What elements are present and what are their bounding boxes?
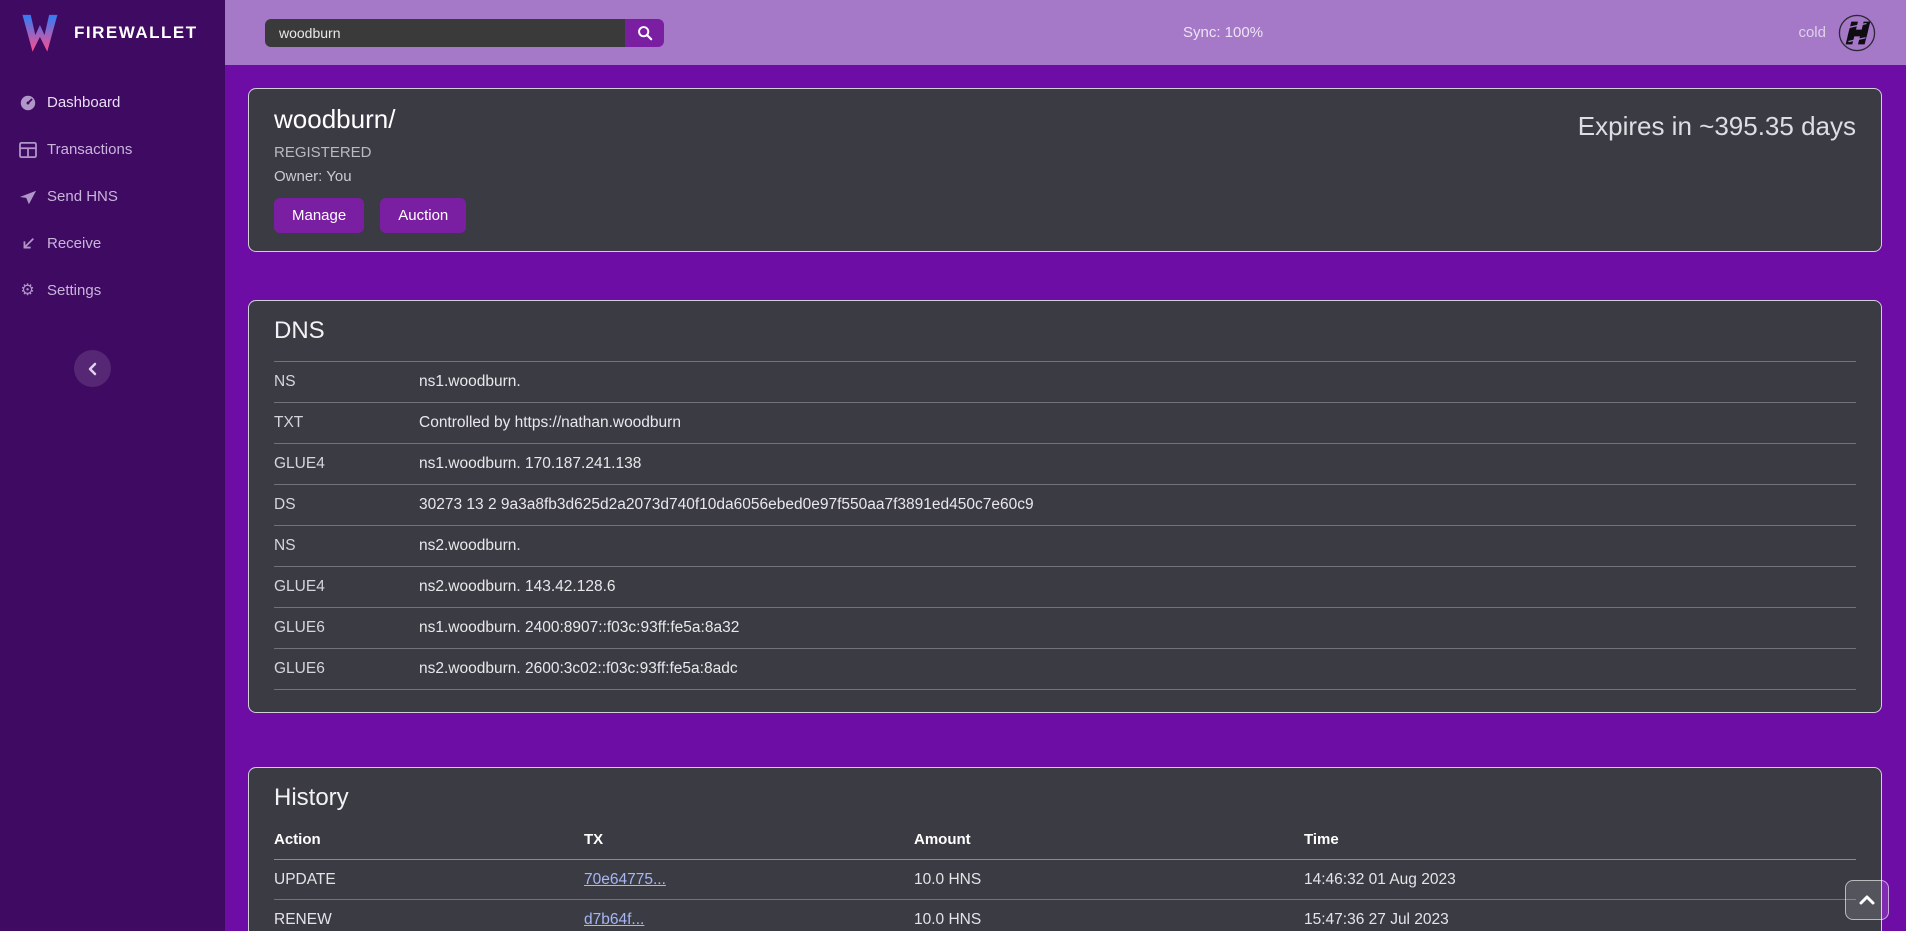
dns-record-value: ns1.woodburn. <box>419 373 1856 391</box>
dns-record-type: NS <box>274 373 419 391</box>
sidebar-item-send-hns[interactable]: Send HNS <box>0 173 225 220</box>
history-col-action: Action <box>274 831 584 848</box>
sidebar-collapse-button[interactable] <box>74 350 111 387</box>
sidebar-item-label: Transactions <box>47 141 132 158</box>
scroll-to-top-button[interactable] <box>1845 880 1889 920</box>
domain-name-title: woodburn/ <box>274 104 466 135</box>
history-time: 14:46:32 01 Aug 2023 <box>1304 871 1856 889</box>
content-area: Sync: 100% cold woodburn/ REGISTERED Own… <box>225 0 1906 931</box>
dns-records-table: NS ns1.woodburn. TXT Controlled by https… <box>274 361 1856 690</box>
sidebar: FIREWALLET Dashboard Transactions Send H… <box>0 0 225 931</box>
dns-record-row: GLUE4 ns1.woodburn. 170.187.241.138 <box>274 443 1856 484</box>
sidebar-item-settings[interactable]: ⚙ Settings <box>0 267 225 314</box>
domain-status-label: REGISTERED <box>274 144 466 161</box>
dns-card: DNS NS ns1.woodburn. TXT Controlled by h… <box>248 300 1882 713</box>
auction-button[interactable]: Auction <box>380 198 466 233</box>
manage-button[interactable]: Manage <box>274 198 364 233</box>
wallet-switcher[interactable]: cold <box>1798 14 1876 52</box>
history-amount: 10.0 HNS <box>914 871 1304 889</box>
history-row: UPDATE 70e64775... 10.0 HNS 14:46:32 01 … <box>274 860 1856 900</box>
dns-record-type: NS <box>274 537 419 555</box>
dns-record-value: ns2.woodburn. 2600:3c02::f03c:93ff:fe5a:… <box>419 660 1856 678</box>
dns-record-type: GLUE6 <box>274 619 419 637</box>
domain-actions: Manage Auction <box>274 198 466 233</box>
dns-record-value: ns1.woodburn. 2400:8907::f03c:93ff:fe5a:… <box>419 619 1856 637</box>
wallet-name-label: cold <box>1798 24 1826 41</box>
dns-record-row: GLUE6 ns1.woodburn. 2400:8907::f03c:93ff… <box>274 607 1856 648</box>
firewallet-logo-icon <box>16 11 62 55</box>
history-action: UPDATE <box>274 871 584 889</box>
tx-link[interactable]: d7b64f... <box>584 911 644 928</box>
sidebar-item-label: Dashboard <box>47 94 120 111</box>
brand-name: FIREWALLET <box>74 23 198 43</box>
dns-record-value: ns2.woodburn. <box>419 537 1856 555</box>
domain-card-left: woodburn/ REGISTERED Owner: You Manage A… <box>274 104 466 233</box>
expires-label: Expires in ~395.35 days <box>1578 111 1856 233</box>
domain-card: woodburn/ REGISTERED Owner: You Manage A… <box>248 88 1882 252</box>
history-table: Action TX Amount Time UPDATE 70e64775...… <box>274 820 1856 931</box>
history-time: 15:47:36 27 Jul 2023 <box>1304 911 1856 929</box>
sidebar-item-label: Send HNS <box>47 188 118 205</box>
dns-record-row: TXT Controlled by https://nathan.woodbur… <box>274 402 1856 443</box>
dns-record-row: NS ns1.woodburn. <box>274 361 1856 402</box>
history-col-time: Time <box>1304 831 1856 848</box>
dns-record-type: GLUE4 <box>274 578 419 596</box>
dns-record-value: 30273 13 2 9a3a8fb3d625d2a2073d740f10da6… <box>419 496 1856 514</box>
dns-record-type: DS <box>274 496 419 514</box>
history-card-title: History <box>274 784 1856 812</box>
dns-record-row: DS 30273 13 2 9a3a8fb3d625d2a2073d740f10… <box>274 484 1856 525</box>
tx-link[interactable]: 70e64775... <box>584 871 666 888</box>
dns-record-type: TXT <box>274 414 419 432</box>
handshake-logo-icon <box>1838 14 1876 52</box>
history-header-row: Action TX Amount Time <box>274 820 1856 860</box>
dns-record-value: Controlled by https://nathan.woodburn <box>419 414 1856 432</box>
domain-owner-label: Owner: You <box>274 168 466 185</box>
history-col-tx: TX <box>584 831 914 848</box>
history-action: RENEW <box>274 911 584 929</box>
topbar: Sync: 100% cold <box>225 0 1906 65</box>
search-group <box>265 19 664 47</box>
sidebar-nav: Dashboard Transactions Send HNS Receive … <box>0 79 225 314</box>
search-icon <box>637 25 653 41</box>
dns-record-row: GLUE4 ns2.woodburn. 143.42.128.6 <box>274 566 1856 607</box>
dashboard-gauge-icon <box>18 93 37 112</box>
send-icon <box>18 187 37 206</box>
dns-record-value: ns1.woodburn. 170.187.241.138 <box>419 455 1856 473</box>
transactions-table-icon <box>18 140 37 159</box>
sidebar-item-label: Receive <box>47 235 101 252</box>
search-input[interactable] <box>265 19 625 47</box>
dns-record-row: NS ns2.woodburn. <box>274 525 1856 566</box>
receive-arrow-icon <box>18 234 37 253</box>
sync-status: Sync: 100% <box>1183 0 1263 65</box>
search-button[interactable] <box>625 19 664 47</box>
dns-record-value: ns2.woodburn. 143.42.128.6 <box>419 578 1856 596</box>
history-row: RENEW d7b64f... 10.0 HNS 15:47:36 27 Jul… <box>274 900 1856 931</box>
brand: FIREWALLET <box>0 0 225 65</box>
sidebar-item-receive[interactable]: Receive <box>0 220 225 267</box>
dns-card-title: DNS <box>274 317 1856 345</box>
history-amount: 10.0 HNS <box>914 911 1304 929</box>
main-panel: woodburn/ REGISTERED Owner: You Manage A… <box>225 65 1906 931</box>
chevron-left-icon <box>87 362 99 376</box>
history-col-amount: Amount <box>914 831 1304 848</box>
dns-record-type: GLUE4 <box>274 455 419 473</box>
dns-record-row: GLUE6 ns2.woodburn. 2600:3c02::f03c:93ff… <box>274 648 1856 689</box>
history-card: History Action TX Amount Time UPDATE 70e… <box>248 767 1882 931</box>
sidebar-item-label: Settings <box>47 282 101 299</box>
sidebar-item-transactions[interactable]: Transactions <box>0 126 225 173</box>
gear-icon: ⚙ <box>18 281 37 300</box>
dns-record-type: GLUE6 <box>274 660 419 678</box>
chevron-up-icon <box>1859 895 1875 905</box>
sidebar-item-dashboard[interactable]: Dashboard <box>0 79 225 126</box>
